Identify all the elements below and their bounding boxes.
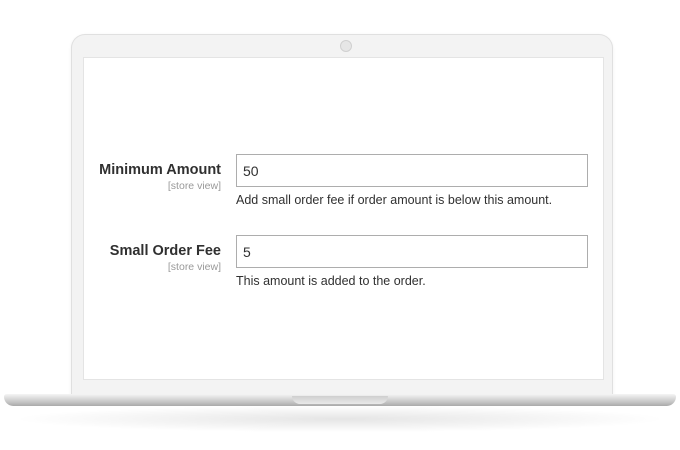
- camera-icon: [340, 40, 352, 52]
- small-order-fee-scope: [store view]: [167, 261, 221, 273]
- laptop-shadow: [20, 406, 660, 432]
- minimum-amount-note: Add small order fee if order amount is b…: [236, 193, 553, 207]
- minimum-amount-label: Minimum Amount: [99, 162, 221, 178]
- small-order-fee-note: This amount is added to the order.: [236, 274, 426, 288]
- minimum-amount-input[interactable]: [236, 154, 588, 187]
- laptop-mockup: Minimum Amount [store view] Add small or…: [0, 0, 680, 450]
- laptop-screen: [83, 57, 604, 380]
- minimum-amount-scope: [store view]: [167, 180, 221, 192]
- minimum-amount-label-group: Minimum Amount [store view]: [84, 162, 221, 193]
- small-order-fee-label: Small Order Fee: [109, 243, 221, 259]
- small-order-fee-input[interactable]: [236, 235, 588, 268]
- small-order-fee-label-group: Small Order Fee [store view]: [84, 243, 221, 274]
- laptop-base-notch: [292, 396, 388, 404]
